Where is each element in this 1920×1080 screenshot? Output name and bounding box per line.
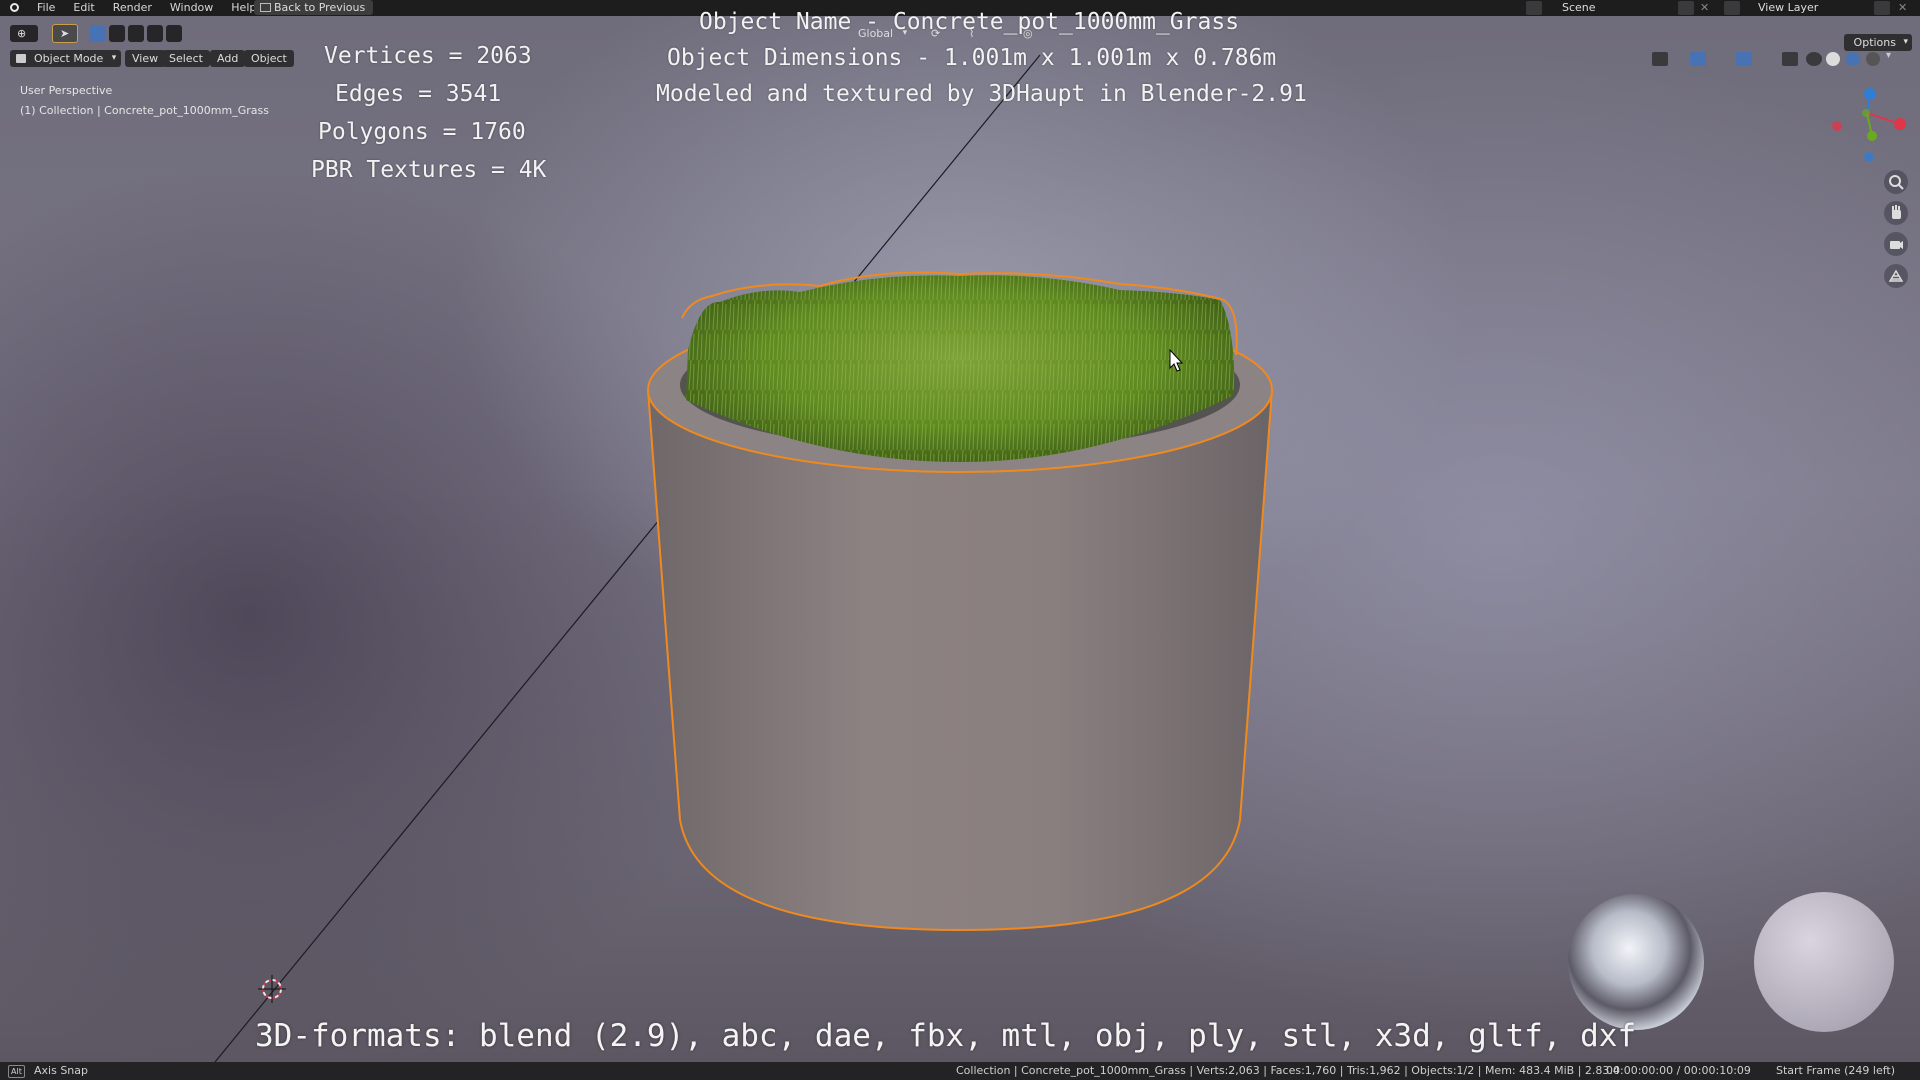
material-preview-shading-icon[interactable] [1846, 52, 1860, 66]
select-tool-icon[interactable]: ➤ [52, 24, 78, 43]
xray-toggle-icon[interactable] [1782, 52, 1798, 66]
status-bar: Alt Axis Snap Collection | Concrete_pot_… [0, 1062, 1920, 1080]
pbr-textures-label: PBR Textures = 4K [311, 157, 547, 183]
ortho-toggle-button[interactable] [1884, 264, 1908, 288]
polygons-count: Polygons = 1760 [318, 119, 526, 145]
wireframe-shading-icon[interactable] [1806, 52, 1822, 66]
blender-logo-icon[interactable] [8, 1, 22, 15]
selection-mode-intersect-icon[interactable] [166, 25, 182, 42]
menu-file[interactable]: File [28, 0, 64, 16]
credit-label: Modeled and textured by 3DHaupt in Blend… [656, 81, 1307, 107]
overlay-toggle-icon[interactable] [1736, 52, 1752, 66]
new-scene-icon[interactable] [1678, 1, 1694, 15]
remove-view-layer-icon[interactable]: ✕ [1898, 0, 1907, 16]
zoom-button[interactable] [1884, 170, 1908, 194]
view-layer-field[interactable]: View Layer [1758, 0, 1818, 16]
scene-name-field[interactable]: Scene [1562, 0, 1596, 16]
object-name-title: Object Name - Concrete_pot_1000mm_Grass [699, 9, 1240, 35]
back-to-previous-button[interactable]: Back to Previous [254, 0, 374, 15]
selection-mode-new-icon[interactable] [90, 25, 106, 42]
editor-type-icon[interactable]: ⊕ [10, 25, 38, 42]
visibility-icon[interactable] [1652, 52, 1668, 66]
options-dropdown[interactable]: Options ▾ [1843, 34, 1912, 51]
viewport-perspective-label: User Perspective [20, 84, 113, 97]
menu-view[interactable]: View [125, 50, 166, 67]
viewport-collection-label: (1) Collection | Concrete_pot_1000mm_Gra… [20, 104, 269, 117]
camera-icon [1890, 241, 1903, 249]
vertices-count: Vertices = 2063 [324, 43, 532, 69]
alt-key-icon: Alt [8, 1065, 25, 1078]
grid-icon [1888, 269, 1904, 282]
selection-mode-subtract-icon[interactable] [128, 25, 144, 42]
solid-shading-icon[interactable] [1826, 52, 1840, 66]
menu-window[interactable]: Window [161, 0, 222, 16]
hdri-chrome-sphere [1568, 894, 1704, 1030]
object-dimensions-label: Object Dimensions - 1.001m x 1.001m x 0.… [667, 45, 1277, 71]
hdri-matte-sphere [1754, 892, 1894, 1032]
object-mode-icon [16, 54, 26, 63]
menu-render[interactable]: Render [104, 0, 161, 16]
menu-edit[interactable]: Edit [64, 0, 103, 16]
zoom-icon [1889, 175, 1904, 190]
view-layer-icon[interactable] [1724, 1, 1740, 15]
scene-selector-icon[interactable] [1526, 1, 1542, 15]
axis-snap-label: Axis Snap [34, 1064, 88, 1077]
selection-mode-extend-icon[interactable] [109, 25, 125, 42]
chevron-down-icon: ▾ [111, 53, 117, 63]
camera-view-button[interactable] [1884, 232, 1908, 256]
shading-options-chevron-icon[interactable]: ▾ [1886, 50, 1891, 61]
edges-count: Edges = 3541 [335, 81, 502, 107]
frame-info: Start Frame (249 left) [1776, 1064, 1896, 1077]
3d-cursor [258, 975, 286, 1003]
viewport-scene[interactable] [0, 0, 1920, 1080]
axis-gizmo [1832, 88, 1906, 162]
hand-icon [1892, 205, 1901, 219]
remove-scene-icon[interactable]: ✕ [1700, 0, 1709, 16]
pan-button[interactable] [1884, 201, 1908, 225]
object-mode-dropdown[interactable]: Object Mode ▾ [10, 50, 122, 67]
new-view-layer-icon[interactable] [1874, 1, 1890, 15]
scene-statistics: Collection | Concrete_pot_1000mm_Grass |… [956, 1064, 1620, 1077]
menu-add[interactable]: Add [210, 50, 246, 67]
formats-label: 3D-formats: blend (2.9), abc, dae, fbx, … [255, 1018, 1637, 1054]
gizmo-toggle-icon[interactable] [1690, 52, 1706, 66]
chevron-down-icon: ▾ [1903, 37, 1908, 47]
timeline-time: 00:00:00:00 / 00:00:10:09 [1606, 1064, 1751, 1077]
menu-select[interactable]: Select [162, 50, 210, 67]
menu-object[interactable]: Object [244, 50, 294, 67]
rendered-shading-icon[interactable] [1866, 52, 1880, 66]
selection-mode-invert-icon[interactable] [147, 25, 163, 42]
